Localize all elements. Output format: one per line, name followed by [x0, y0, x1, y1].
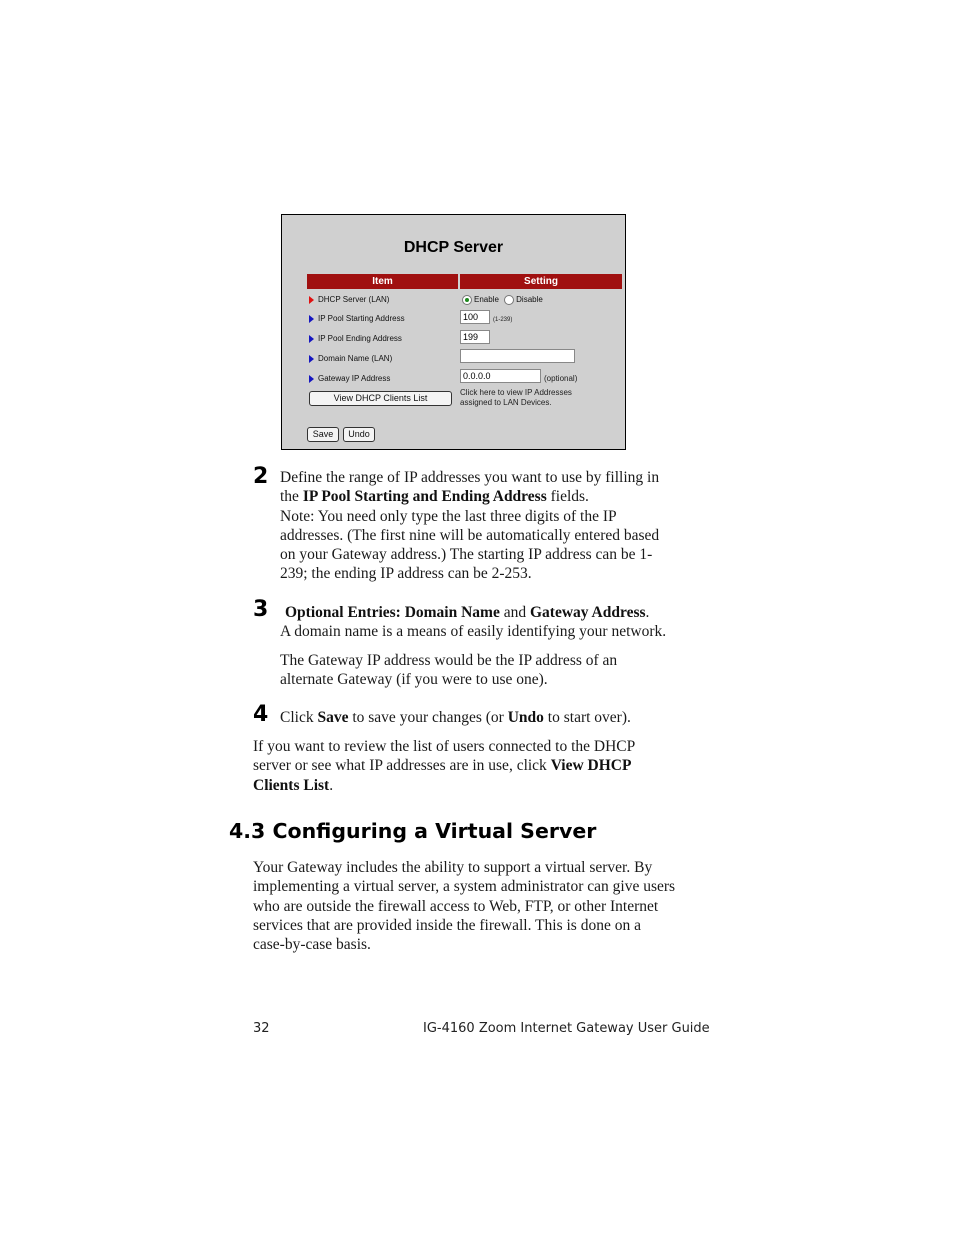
text: server or see what IP addresses are in u…	[253, 757, 551, 775]
blue-arrow-icon	[309, 314, 314, 323]
bold-text: Undo	[507, 709, 544, 726]
text-line: A domain name is a means of easily ident…	[280, 623, 667, 641]
step-number-3: 3	[253, 597, 269, 622]
bold-text: Gateway Address	[529, 604, 646, 621]
text: .	[645, 604, 650, 621]
blue-arrow-icon	[309, 354, 314, 363]
row-dhcp-server-lan: DHCP Server (LAN)	[309, 295, 389, 304]
ip-pool-end-input[interactable]: 199	[460, 330, 490, 344]
blue-arrow-icon	[309, 374, 314, 383]
gateway-ip-input[interactable]: 0.0.0.0	[460, 369, 541, 383]
bold-text: Optional Entries: Domain Name	[285, 604, 500, 621]
text-line: Optional Entries: Domain Name and Gatewa…	[280, 603, 666, 622]
row-label: IP Pool Starting Address	[318, 314, 405, 323]
page-number: 32	[253, 1021, 270, 1036]
text-line: on your Gateway address.) The starting I…	[280, 546, 653, 564]
step-3-text: Optional Entries: Domain Name and Gatewa…	[280, 603, 666, 689]
row-label: Domain Name (LAN)	[318, 354, 393, 363]
step-2-text: Define the range of IP addresses you wan…	[280, 468, 659, 584]
text-line: The Gateway IP address would be the IP a…	[280, 651, 618, 669]
bold-text: Save	[317, 709, 349, 726]
guide-title: IG-4160 Zoom Internet Gateway User Guide	[423, 1021, 710, 1036]
radio-enable[interactable]	[462, 295, 472, 305]
view-dhcp-clients-button[interactable]: View DHCP Clients List	[309, 391, 452, 406]
dhcp-enable-radio-group: Enable Disable	[462, 295, 543, 305]
column-header-setting: Setting	[460, 274, 622, 289]
text: to start over).	[543, 709, 631, 726]
text-line: addresses. (The first nine will be autom…	[280, 526, 660, 544]
radio-disable[interactable]	[504, 295, 515, 305]
row-domain-name: Domain Name (LAN)	[309, 354, 392, 363]
row-ip-pool-start: IP Pool Starting Address	[309, 314, 405, 323]
row-label: DHCP Server (LAN)	[318, 295, 390, 304]
info-line: Click here to view IP Addresses	[460, 388, 572, 397]
text-line: alternate Gateway (if you were to use on…	[280, 670, 548, 688]
text: and	[499, 604, 530, 621]
text-line: 239; the ending IP address can be 2-253.	[280, 565, 532, 583]
text-line: case-by-case basis.	[253, 936, 371, 954]
text-line: the IP Pool Starting and Ending Address …	[280, 487, 659, 506]
text-line: server or see what IP addresses are in u…	[253, 756, 635, 775]
text-line: services that are provided inside the fi…	[253, 916, 641, 934]
save-button[interactable]: Save	[307, 427, 339, 442]
text-line: who are outside the firewall access to W…	[253, 897, 659, 915]
bold-text: IP Pool Starting and Ending Address	[302, 488, 547, 506]
text: Click	[280, 709, 318, 726]
text-line: Define the range of IP addresses you wan…	[280, 469, 660, 486]
text-line: Your Gateway includes the ability to sup…	[253, 859, 653, 876]
view-clients-info: Click here to view IP Addresses assigned…	[460, 388, 572, 408]
blue-arrow-icon	[309, 334, 314, 343]
step-number-4: 4	[253, 702, 269, 727]
text-line: implementing a virtual server, a system …	[253, 878, 676, 896]
step-number-2: 2	[253, 464, 269, 489]
bold-text: Clients List	[253, 776, 330, 794]
row-gateway-ip: Gateway IP Address	[309, 374, 390, 383]
dhcp-server-title: DHCP Server	[403, 239, 504, 256]
domain-name-input[interactable]	[460, 349, 575, 363]
section-heading: 4.3 Configuring a Virtual Server	[229, 819, 597, 843]
red-arrow-icon	[309, 295, 314, 304]
undo-button[interactable]: Undo	[343, 427, 375, 442]
text: to save your changes (or	[348, 709, 508, 726]
dhcp-server-screenshot: DHCP Server Item Setting DHCP Server (LA…	[281, 214, 626, 450]
row-label: Gateway IP Address	[318, 374, 391, 383]
review-paragraph: If you want to review the list of users …	[253, 737, 635, 795]
text: .	[329, 776, 334, 794]
text-line: Clients List.	[253, 776, 635, 795]
ip-pool-start-hint: (1-239)	[493, 317, 513, 323]
radio-disable-label: Disable	[516, 295, 543, 305]
column-header-item: Item	[307, 274, 458, 289]
text-line: If you want to review the list of users …	[253, 738, 636, 755]
row-ip-pool-end: IP Pool Ending Address	[309, 334, 402, 343]
radio-enable-label: Enable	[474, 295, 499, 305]
gateway-optional-hint: (optional)	[544, 374, 578, 383]
ip-pool-start-input[interactable]: 100	[460, 310, 490, 324]
info-line: assigned to LAN Devices.	[460, 398, 552, 407]
text: the	[280, 488, 303, 506]
text-line: Note: You need only type the last three …	[280, 507, 617, 525]
row-label: IP Pool Ending Address	[318, 334, 402, 343]
section-paragraph: Your Gateway includes the ability to sup…	[253, 858, 675, 954]
step-4-text: Click Save to save your changes (or Undo…	[280, 708, 631, 727]
text: fields.	[546, 488, 589, 506]
bold-text: View DHCP	[550, 757, 632, 775]
